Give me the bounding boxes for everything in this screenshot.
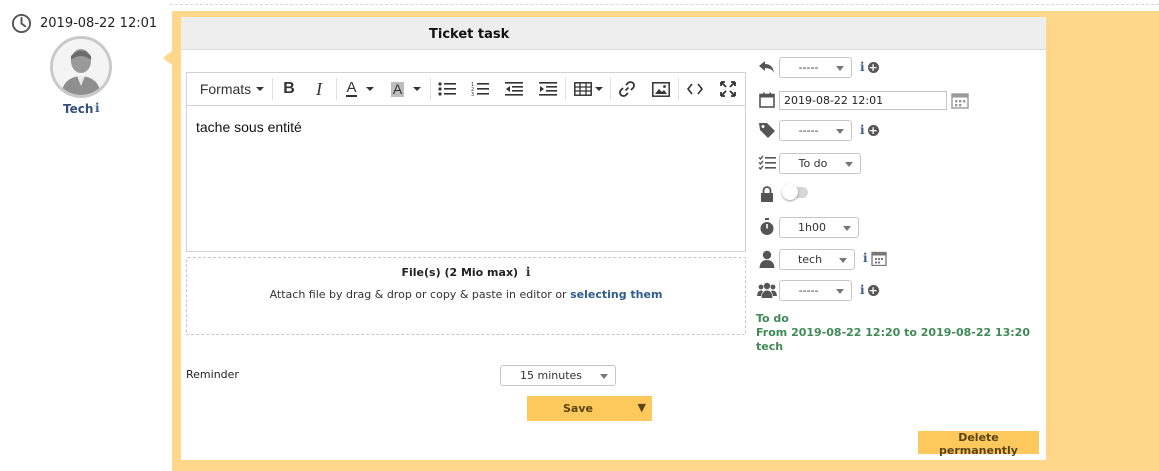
text-color-icon[interactable]: A	[340, 78, 380, 100]
fullscreen-icon[interactable]	[716, 78, 740, 100]
task-meta: 2019-08-22 12:01 Tech i	[0, 0, 168, 471]
task-form: Ticket task Formats B I A A 1 2 3 tache …	[181, 17, 1046, 460]
user-silhouette-icon	[53, 39, 109, 95]
source-code-icon[interactable]	[683, 78, 707, 100]
duration-select[interactable]: 1h00	[779, 217, 859, 238]
avatar	[50, 36, 112, 98]
dropzone-title: File(s) (2 Mio max) i	[401, 265, 531, 279]
indent-icon[interactable]	[536, 78, 560, 100]
dropzone-text: Attach file by drag & drop or copy & pas…	[269, 288, 663, 301]
outdent-icon[interactable]	[502, 78, 526, 100]
info-icon[interactable]: i	[860, 283, 865, 297]
reminder-label: Reminder	[186, 368, 239, 381]
editor-content[interactable]: tache sous entité	[187, 107, 745, 251]
group-icon	[757, 280, 777, 300]
add-icon[interactable]: +	[867, 284, 879, 296]
panel-title: Ticket task	[429, 27, 510, 42]
group-select[interactable]: -----	[779, 280, 852, 301]
select-files-link[interactable]: selecting them	[570, 288, 662, 301]
user-select[interactable]: tech	[779, 249, 855, 270]
table-icon[interactable]	[570, 78, 606, 100]
task-summary: To do From 2019-08-22 12:20 to 2019-08-2…	[756, 312, 1030, 354]
clock-icon	[11, 13, 32, 34]
summary-schedule: From 2019-08-22 12:20 to 2019-08-22 13:2…	[756, 326, 1030, 339]
bullet-list-icon[interactable]	[435, 78, 459, 100]
add-icon[interactable]: +	[867, 61, 879, 73]
formats-dropdown[interactable]: Formats	[196, 78, 268, 100]
delete-permanently-button[interactable]: Delete permanently	[918, 431, 1039, 457]
info-icon[interactable]: i	[95, 101, 100, 115]
task-timestamp: 2019-08-22 12:01	[40, 16, 158, 31]
summary-status: To do	[756, 312, 789, 325]
checklist-icon	[757, 153, 777, 173]
top-divider	[170, 4, 1159, 5]
italic-icon[interactable]: I	[307, 78, 331, 100]
info-icon[interactable]: i	[863, 251, 868, 265]
info-icon[interactable]: i	[526, 265, 531, 279]
rich-text-editor: Formats B I A A 123 tache sous entité	[186, 72, 746, 252]
status-select[interactable]: To do	[779, 153, 861, 174]
category-select[interactable]: -----	[779, 120, 852, 141]
save-button[interactable]: Save ▼	[527, 396, 652, 421]
link-icon[interactable]	[615, 78, 639, 100]
dropdown-arrow-icon[interactable]: ▼	[638, 401, 646, 414]
date-input[interactable]	[779, 91, 947, 110]
add-icon[interactable]: +	[867, 124, 879, 136]
template-icon	[757, 57, 777, 77]
user-icon	[757, 249, 777, 269]
svg-text:3: 3	[471, 92, 474, 97]
background-color-icon[interactable]: A	[385, 78, 427, 100]
timer-icon	[757, 217, 777, 237]
user-name[interactable]: Tech	[63, 102, 93, 116]
calendar-icon	[757, 90, 777, 110]
numbered-list-icon[interactable]: 123	[468, 78, 492, 100]
template-select[interactable]: -----	[779, 57, 852, 78]
info-icon[interactable]: i	[860, 123, 865, 137]
image-icon[interactable]	[649, 78, 673, 100]
tag-icon	[757, 120, 777, 140]
info-icon[interactable]: i	[860, 60, 865, 74]
file-dropzone[interactable]: File(s) (2 Mio max) i Attach file by dra…	[186, 257, 746, 335]
planning-icon[interactable]	[870, 250, 887, 266]
panel-header: Ticket task	[181, 17, 1046, 50]
bold-icon[interactable]: B	[277, 78, 301, 100]
private-toggle[interactable]	[782, 184, 808, 200]
date-picker-icon[interactable]	[951, 91, 969, 109]
reminder-select[interactable]: 15 minutes	[500, 365, 616, 386]
summary-user: tech	[756, 340, 784, 353]
lock-icon	[757, 184, 777, 204]
editor-toolbar: Formats B I A A 123	[187, 73, 745, 106]
